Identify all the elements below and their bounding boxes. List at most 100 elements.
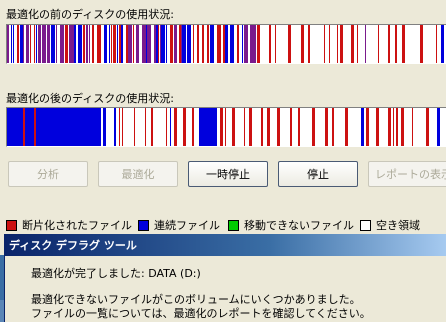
defragment-button[interactable]: 最適化	[98, 161, 178, 187]
before-usage-segment	[156, 25, 158, 63]
before-usage-segment	[174, 25, 177, 63]
before-usage-segment	[47, 25, 50, 63]
unmovable-swatch	[228, 219, 239, 231]
contiguous-swatch	[138, 219, 149, 231]
view-report-button[interactable]: レポートの表示	[368, 161, 446, 187]
dialog-note-line2: ファイルの一覧については、最適化のレポートを確認してください。	[31, 307, 371, 320]
defrag-complete-dialog: ディスク デフラグ ツール 最適化が完了しました: DATA (D:) 最適化で…	[4, 234, 446, 322]
before-usage-label: 最適化の前のディスクの使用状況:	[6, 8, 174, 21]
legend-fragmented-label: 断片化されたファイル	[22, 219, 132, 232]
before-usage-segment	[166, 25, 167, 63]
before-usage-segment	[179, 25, 181, 63]
before-usage-segment	[86, 25, 88, 63]
after-usage-map-graphic	[7, 108, 440, 146]
before-usage-segment	[420, 25, 423, 63]
before-usage-segment	[97, 25, 101, 63]
before-usage-segment	[74, 25, 76, 63]
after-usage-segment	[325, 108, 328, 146]
before-usage-segment	[119, 25, 121, 63]
before-usage-segment	[160, 25, 161, 63]
after-usage-segment	[220, 108, 223, 146]
after-usage-segment	[119, 108, 120, 146]
dialog-titlebar[interactable]: ディスク デフラグ ツール	[5, 234, 446, 256]
before-usage-segment	[237, 25, 239, 63]
after-usage-segment	[290, 108, 292, 146]
after-usage-segment	[166, 108, 167, 146]
before-usage-segment	[329, 25, 330, 63]
legend-free: 空き領域	[360, 217, 420, 233]
before-usage-segment	[193, 25, 194, 63]
after-usage-segment	[277, 108, 280, 146]
after-usage-segment	[345, 108, 348, 146]
before-usage-map	[6, 24, 446, 64]
after-usage-segment	[170, 108, 171, 146]
before-usage-segment	[378, 25, 379, 63]
after-usage-segment	[225, 108, 226, 146]
before-usage-segment	[225, 25, 228, 63]
before-usage-segment	[111, 25, 112, 63]
analyze-button[interactable]: 分析	[8, 161, 88, 187]
before-usage-segment	[56, 25, 57, 63]
before-usage-segment	[51, 25, 55, 63]
before-usage-segment	[182, 25, 184, 63]
before-usage-segment	[60, 25, 64, 63]
before-usage-segment	[187, 25, 191, 63]
before-usage-segment	[288, 25, 291, 63]
before-usage-segment	[42, 25, 46, 63]
before-usage-segment	[36, 25, 37, 63]
after-usage-label: 最適化の後のディスクの使用状況:	[6, 92, 174, 105]
legend-unmovable-label: 移動できないファイル	[244, 219, 354, 232]
before-usage-segment	[65, 25, 68, 63]
free-swatch	[360, 219, 371, 231]
before-usage-segment	[147, 25, 151, 63]
before-usage-segment	[154, 25, 156, 63]
after-usage-segment	[366, 108, 369, 146]
after-usage-segment	[412, 108, 413, 146]
before-usage-segment	[158, 25, 159, 63]
after-usage-segment	[199, 108, 217, 146]
before-usage-segment	[210, 25, 214, 63]
before-usage-segment	[197, 25, 199, 63]
dialog-message: 最適化が完了しました: DATA (D:)	[31, 267, 201, 280]
after-usage-segment	[145, 108, 146, 146]
after-usage-segment	[388, 108, 391, 146]
before-usage-segment	[146, 25, 147, 63]
fragmented-swatch	[6, 219, 17, 231]
before-usage-segment	[301, 25, 304, 63]
before-usage-segment	[164, 25, 165, 63]
before-usage-segment	[253, 25, 256, 63]
before-usage-segment	[133, 25, 134, 63]
before-usage-segment	[395, 25, 397, 63]
before-usage-segment	[20, 25, 23, 63]
before-usage-segment	[170, 25, 173, 63]
before-usage-segment	[89, 25, 90, 63]
before-usage-segment	[337, 25, 338, 63]
legend-contiguous-label: 連続ファイル	[154, 219, 220, 232]
before-usage-segment	[126, 25, 128, 63]
before-usage-segment	[207, 25, 209, 63]
stop-button[interactable]: 停止	[278, 161, 358, 187]
after-usage-segment	[361, 108, 364, 146]
after-usage-segment	[114, 108, 116, 146]
before-usage-segment	[275, 25, 276, 63]
after-usage-segment	[298, 108, 300, 146]
before-usage-segment	[436, 25, 437, 63]
before-usage-segment	[351, 25, 354, 63]
legend-contiguous: 連続ファイル	[138, 217, 220, 233]
before-usage-segment	[217, 25, 221, 63]
after-usage-segment	[7, 108, 101, 146]
after-usage-segment	[103, 108, 106, 146]
after-usage-segment	[122, 108, 123, 146]
after-usage-segment	[426, 108, 429, 146]
before-usage-segment	[242, 25, 243, 63]
before-usage-segment	[161, 25, 164, 63]
before-usage-segment	[69, 25, 72, 63]
after-usage-segment	[332, 108, 334, 146]
before-usage-segment	[104, 25, 107, 63]
before-usage-segment	[308, 25, 310, 63]
before-usage-segment	[257, 25, 260, 63]
before-usage-segment	[34, 25, 35, 63]
after-usage-map	[6, 107, 446, 147]
pause-button[interactable]: 一時停止	[188, 161, 268, 187]
after-usage-segment	[134, 108, 135, 146]
